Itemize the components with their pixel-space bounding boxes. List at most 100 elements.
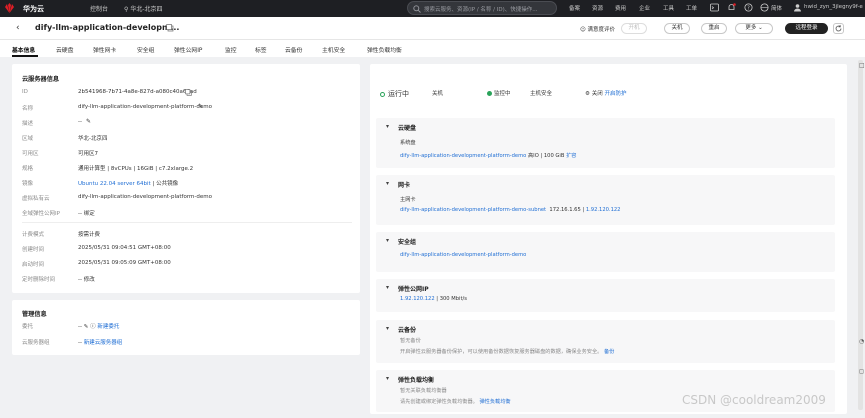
nav-resources[interactable]: 资源 xyxy=(592,4,603,12)
row-label: 描述 xyxy=(22,121,34,127)
start-button[interactable]: 开机 xyxy=(621,23,647,34)
huawei-logo-icon[interactable] xyxy=(3,3,16,14)
running-circle-icon xyxy=(380,91,385,97)
chevron-down-icon[interactable]: ▾ xyxy=(386,325,389,332)
remote-login-button[interactable]: 远程登录 xyxy=(785,23,828,34)
row-label: 创建时间 xyxy=(22,247,45,253)
row-name: 名称 dify-llm-application-development-plat… xyxy=(22,103,352,112)
terminal-icon[interactable] xyxy=(710,3,719,12)
row-label: 镜像 xyxy=(22,181,34,187)
bell-icon[interactable] xyxy=(727,3,736,12)
copy-icon[interactable] xyxy=(166,24,174,32)
side-tool-icon[interactable]: □ xyxy=(859,62,865,69)
enable-guard-link[interactable]: 开启防护 xyxy=(604,91,626,97)
edit-icon[interactable]: ✎ xyxy=(198,103,203,110)
chevron-down-icon[interactable]: ▾ xyxy=(386,123,389,130)
chevron-down-icon[interactable]: ▾ xyxy=(386,375,389,382)
chevron-down-icon[interactable]: ▾ xyxy=(386,284,389,291)
vpc-link[interactable]: dify-llm-application-development-platfor… xyxy=(78,194,212,200)
side-tool-icon[interactable]: ◔ xyxy=(859,338,864,345)
region-selector[interactable]: ⚲ 华北-北京四 xyxy=(124,4,163,13)
nav-tools[interactable]: 工具 xyxy=(663,4,674,12)
nav-enterprise[interactable]: 企业 xyxy=(639,4,650,12)
feedback-icon: ☺ xyxy=(580,27,586,33)
row-label: 名称 xyxy=(22,106,34,112)
tab-security-group[interactable]: 安全组 xyxy=(137,45,154,54)
server-group-empty: -- xyxy=(78,340,82,346)
refresh-button[interactable] xyxy=(833,23,844,34)
evs-title: 云硬盘 xyxy=(398,125,417,132)
tab-tags[interactable]: 标签 xyxy=(255,45,267,54)
language-selector[interactable]: 简体 xyxy=(771,4,782,12)
billing-value: 按需计费 xyxy=(78,232,101,238)
more-dropdown[interactable]: 更多 ⌄ xyxy=(735,23,773,34)
eip-link[interactable]: 1.92.120.122 xyxy=(400,296,435,302)
tab-nic[interactable]: 弹性网卡 xyxy=(93,45,116,54)
chevron-down-icon[interactable]: ▾ xyxy=(386,237,389,244)
global-eip-bind-link[interactable]: -- 绑定 xyxy=(78,209,95,217)
row-server-group: 云服务器组 -- 新建云服务器组 xyxy=(22,338,352,346)
region-label: 华北-北京四 xyxy=(130,6,163,13)
user-avatar-icon[interactable] xyxy=(793,3,802,12)
tab-elb[interactable]: 弹性负载均衡 xyxy=(367,45,402,54)
user-name[interactable]: hwid_zyn_3jlegny9f-e xyxy=(804,4,863,10)
create-server-group-link[interactable]: 新建云服务器组 xyxy=(84,340,123,346)
global-search[interactable]: 搜索云服务、资源(IP / 名称 / ID)、快捷操作... xyxy=(407,1,557,15)
elb-desc-text: 请先创建或绑定弹性负载均衡器。 xyxy=(400,399,478,405)
expand-disk-link[interactable]: 扩容 xyxy=(566,153,576,159)
elb-link[interactable]: 弹性负载均衡 xyxy=(479,399,510,405)
nav-ticket[interactable]: 工单 xyxy=(686,4,697,12)
started-time-value: 2025/05/31 09:05:09 GMT+08:00 xyxy=(78,260,171,266)
tab-eip[interactable]: 弹性公网IP xyxy=(174,45,202,54)
row-label: 虚拟私有云 xyxy=(22,196,50,202)
security-group-section: ▾ 安全组 dify-llm-application-development-p… xyxy=(376,232,835,272)
system-disk-link[interactable]: dify-llm-application-development-platfor… xyxy=(400,153,526,159)
row-id: ID 2b541968-7b71-4a8e-827d-a080c40a66ad xyxy=(22,89,352,97)
console-link[interactable]: 控制台 xyxy=(90,4,108,13)
server-group-value: -- 新建云服务器组 xyxy=(78,338,122,346)
copy-icon[interactable] xyxy=(185,89,192,96)
nic-eip-link[interactable]: 1.92.120.122 xyxy=(586,207,621,213)
back-arrow-icon[interactable]: ‹ xyxy=(16,23,20,33)
row-started: 启动时间 2025/05/31 09:05:09 GMT+08:00 xyxy=(22,260,352,268)
nav-beian[interactable]: 备案 xyxy=(569,4,580,12)
row-az: 可用区 可用区7 xyxy=(22,149,352,157)
tab-host-security[interactable]: 主机安全 xyxy=(322,45,345,54)
security-group-link[interactable]: dify-llm-application-development-platfor… xyxy=(400,252,526,258)
scheduled-delete-modify-link[interactable]: -- 修改 xyxy=(78,275,95,283)
globe-icon[interactable] xyxy=(760,3,769,12)
agency-value: -- ✎ ⓘ 新建委托 xyxy=(78,322,119,330)
tab-evs[interactable]: 云硬盘 xyxy=(56,45,73,54)
tab-basic-info[interactable]: 基本信息 xyxy=(12,45,35,54)
edit-icon[interactable]: ✎ xyxy=(84,324,89,330)
nav-cost[interactable]: 费用 xyxy=(615,4,626,12)
host-security-status: 主机安全 xyxy=(530,91,553,97)
brand-name[interactable]: 华为云 xyxy=(23,4,44,14)
restart-button[interactable]: 重启 xyxy=(701,23,727,34)
backup-link[interactable]: 备份 xyxy=(604,349,614,355)
help-icon[interactable]: ? xyxy=(744,3,753,12)
row-label: 区域 xyxy=(22,136,34,142)
tab-monitor[interactable]: 监控 xyxy=(225,45,237,54)
row-agency: 委托 -- ✎ ⓘ 新建委托 xyxy=(22,322,352,330)
row-label: 规格 xyxy=(22,166,34,172)
stop-button[interactable]: 关机 xyxy=(664,23,690,34)
system-disk-info: 高IO | 100 GiB xyxy=(526,153,567,159)
scrollbar[interactable] xyxy=(858,60,863,410)
row-label: 委托 xyxy=(22,324,34,330)
eip-bandwidth: 300 Mbit/s xyxy=(439,296,467,302)
create-agency-link[interactable]: 新建委托 xyxy=(97,324,119,330)
nic-title: 网卡 xyxy=(398,182,411,189)
subnet-link[interactable]: dify-llm-application-development-platfor… xyxy=(400,207,546,213)
feedback-link[interactable]: ☺ 满意度评价 xyxy=(580,25,615,33)
help-icon[interactable]: ⓘ xyxy=(90,324,96,330)
elb-empty-note: 暂无关联负载均衡器 xyxy=(400,388,447,394)
page-title: dify-llm-application-developm... xyxy=(35,23,180,32)
row-label: 云服务器组 xyxy=(22,340,50,346)
side-tool-icon[interactable]: ◻ xyxy=(859,368,864,375)
chevron-down-icon[interactable]: ▾ xyxy=(386,180,389,187)
image-link[interactable]: Ubuntu 22.04 server 64bit xyxy=(78,181,151,187)
tab-backup[interactable]: 云备份 xyxy=(285,45,302,54)
edit-icon[interactable]: ✎ xyxy=(86,118,91,125)
active-tab-indicator xyxy=(12,55,38,57)
